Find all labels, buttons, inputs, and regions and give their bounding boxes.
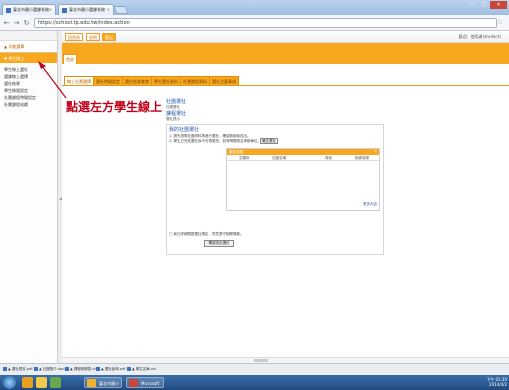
submit-selection-button[interactable]: 確認送出選社: [204, 240, 234, 247]
tab-student-data[interactable]: 學生選社資料: [151, 76, 181, 85]
file-icon: [3, 367, 7, 371]
reload-icon[interactable]: ↻: [22, 18, 31, 28]
taskbar: 臺北市國小 Microsoft 下午 01:30 2014/4/2: [0, 375, 509, 390]
confirm-select-button[interactable]: 確定選社: [260, 138, 278, 144]
address-bar: ← → ↻ https://school.tp.edu.tw/index.act…: [0, 15, 509, 31]
media-icon[interactable]: [50, 377, 61, 388]
table-header-row: 志願序 社團名稱 時段 指導老師: [227, 155, 379, 161]
sidebar: ▲ 功能選單 ▼ 學生線上 學生線上選社 選課線上選擇 選社結果 學生帳號設定 …: [0, 31, 58, 363]
file-icon: [34, 367, 38, 371]
scrollbar-thumb[interactable]: [254, 359, 268, 362]
system-tray-clock[interactable]: 下午 01:30 2014/4/2: [486, 377, 507, 387]
column-header: 時段: [325, 156, 332, 160]
sidebar-item[interactable]: 社團課程成績: [0, 101, 57, 108]
maximize-button[interactable]: □: [478, 1, 490, 9]
sidebar-header[interactable]: ▲ 功能選單: [0, 41, 57, 53]
annotation-text: 點選左方學生線上: [66, 100, 163, 114]
file-icon: [65, 367, 69, 371]
close-window-button[interactable]: ✕: [490, 1, 507, 9]
close-tab-icon[interactable]: ×: [49, 7, 52, 12]
home-button[interactable]: 回首頁: [65, 33, 83, 41]
course-link-label[interactable]: 課程選社: [166, 110, 186, 117]
tab-time-setting[interactable]: 選社時間設定: [93, 76, 123, 85]
main-content: 線上社團選擇 選社時間設定 選社結果查詢 學生選社資料 社團課程資料 選社注意事…: [62, 64, 509, 363]
tab-notes[interactable]: 選社注意事項: [209, 76, 239, 85]
start-button[interactable]: [3, 376, 16, 389]
close-icon[interactable]: ✕: [374, 149, 377, 153]
sidebar-item[interactable]: 社團課程時間設定: [0, 94, 57, 101]
download-item[interactable]: ▲ 社團簡介.docx: [34, 367, 66, 373]
club-link[interactable]: 社團選社 社團選社: [166, 98, 186, 110]
forward-arrow-icon[interactable]: →: [12, 18, 21, 28]
user-info: 歡迎：使用者(student): [458, 34, 501, 39]
column-header: 志願序: [239, 156, 250, 160]
top-navigation: 回首頁 說明 登出 歡迎：使用者(student): [62, 31, 509, 43]
sidebar-item-student-online[interactable]: ▼ 學生線上: [0, 53, 57, 63]
file-icon: [127, 367, 131, 371]
download-item[interactable]: ▲ 課程時間表.xls: [65, 367, 97, 373]
download-item[interactable]: ▲ 選社規定.pdf: [3, 367, 33, 373]
file-icon: [96, 367, 100, 371]
course-link[interactable]: 課程選社 選社提示: [166, 110, 186, 122]
back-arrow-icon[interactable]: ←: [2, 18, 11, 28]
sidebar-item[interactable]: 選課線上選擇: [0, 73, 57, 80]
sidebar-item[interactable]: 選社結果: [0, 80, 57, 87]
more-link[interactable]: 更多內容: [363, 202, 377, 207]
breadcrumb[interactable]: 首頁: [63, 54, 77, 64]
column-header: 指導老師: [355, 156, 369, 160]
tab-title: 臺北市國小選課系統: [13, 7, 49, 12]
task-icon: [129, 379, 138, 387]
club-link-label[interactable]: 社團選社: [166, 98, 186, 105]
task-icon: [87, 379, 96, 387]
minimize-button[interactable]: —: [466, 1, 478, 9]
my-selection-panel: 我的社團選社 1. 請先瀏覽社團資料再進行選社，確認無誤後送出。 2. 學生已完…: [166, 124, 384, 255]
sidebar-top: [0, 31, 57, 41]
favicon-icon: [6, 7, 11, 13]
tab-underline: [62, 85, 509, 86]
header-bar: [62, 43, 509, 64]
help-button[interactable]: 說明: [86, 33, 100, 41]
url-input[interactable]: https://school.tp.edu.tw/index.action: [34, 18, 497, 28]
download-item[interactable]: ▲ 學生名單.xls: [127, 367, 156, 373]
close-tab-icon[interactable]: ×: [107, 7, 110, 12]
tab-online-select[interactable]: 線上社團選擇: [64, 76, 94, 85]
selection-table: 選社志願 ✕ 志願序 社團名稱 時段 指導老師 更多內容: [226, 148, 380, 211]
panel-title: 我的社團選社: [169, 127, 200, 133]
tab-course-data[interactable]: 社團課程資料: [180, 76, 210, 85]
sidebar-item[interactable]: 學生帳號設定: [0, 87, 57, 94]
folder-icon[interactable]: [36, 377, 47, 388]
tab-result-query[interactable]: 選社結果查詢: [122, 76, 152, 85]
favicon-icon: [62, 7, 67, 13]
panel-instruction-2: 2. 學生已完成選社後不可再更改，如有問題請洽承辦單位。: [169, 139, 261, 143]
taskbar-task-browser[interactable]: 臺北市國小: [84, 377, 122, 388]
selection-table-title: 選社志願: [229, 150, 243, 154]
new-tab-button[interactable]: [113, 6, 129, 14]
browser-taskbar-icon[interactable]: [22, 377, 33, 388]
download-bar: ▲ 選社規定.pdf ▲ 社團簡介.docx ▲ 課程時間表.xls ▲ 選社說…: [0, 363, 509, 375]
browser-tab-bar: 臺北市國小選課系統 × 臺北市國小選課系統 × — □ ✕: [0, 0, 509, 15]
logout-button[interactable]: 登出: [102, 33, 116, 41]
sidebar-item[interactable]: 學生線上選社: [0, 66, 57, 73]
tab-title: 臺北市國小選課系統: [69, 7, 105, 12]
column-header: 社團名稱: [272, 156, 286, 160]
course-link-sub: 選社提示: [166, 117, 180, 121]
taskbar-task-office[interactable]: Microsoft: [126, 377, 164, 388]
bookmark-star-icon[interactable]: ☆: [497, 18, 503, 26]
browser-tab-2[interactable]: 臺北市國小選課系統 ×: [58, 4, 114, 15]
agreement-checkbox[interactable]: □ 我已詳細閱讀選社規定，同意遵守相關規範。: [169, 232, 243, 237]
clock-date: 2014/4/2: [489, 382, 507, 387]
download-item[interactable]: ▲ 選社說明.pdf: [96, 367, 126, 373]
browser-tab-1[interactable]: 臺北市國小選課系統 ×: [2, 4, 56, 15]
